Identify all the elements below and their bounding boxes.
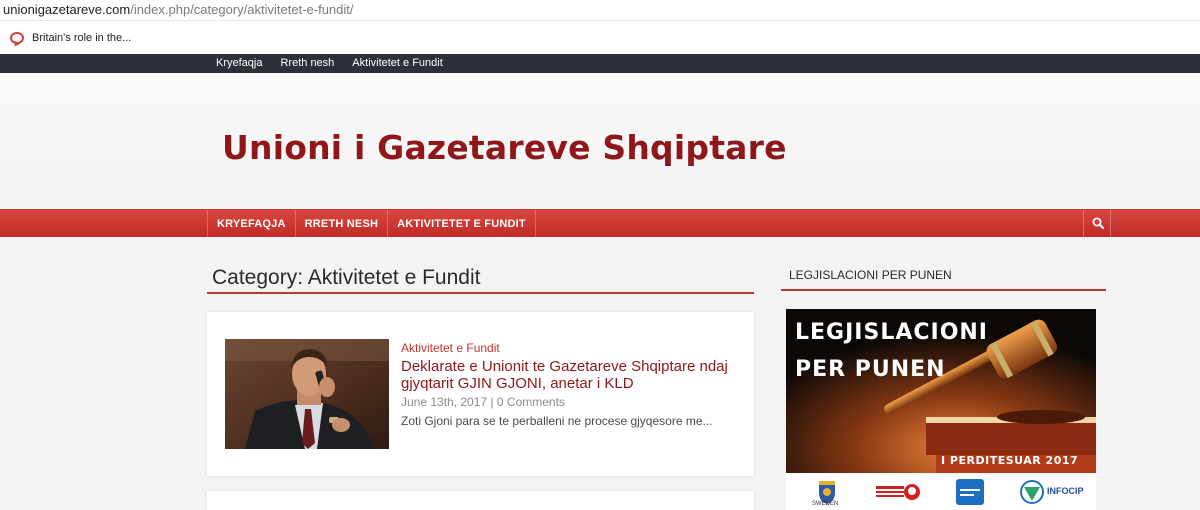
nav-item-kryefaqja[interactable]: KRYEFAQJA [208, 210, 296, 237]
meta-separator: | [490, 395, 494, 409]
nav-item-rreth-nesh[interactable]: RRETH NESH [296, 210, 389, 237]
bookmark-label: Britain's role in the... [32, 32, 132, 44]
category-title: Category: Aktivitetet e Fundit [212, 266, 481, 289]
post-title-link[interactable]: Deklarate e Unionit te Gazetareve Shqipt… [401, 358, 741, 392]
infocip-label: INFOCIP [1047, 486, 1084, 496]
post-thumbnail[interactable] [225, 339, 389, 449]
url-domain: unionigazetareve.com [3, 2, 131, 17]
widget-title: LEGJISLACIONI PER PUNEN [789, 268, 952, 282]
browser-address-bar[interactable]: unionigazetareve.com/index.php/category/… [0, 0, 1200, 21]
legislation-banner[interactable]: LEGJISLACIONI PER PUNEN I PERDITESUAR 20… [786, 309, 1096, 510]
post-card: Aktivitetet e Fundit Deklarate e Unionit… [207, 312, 754, 476]
topbar-link-aktivitetet[interactable]: Aktivitetet e Fundit [352, 57, 443, 69]
main-nav-items: KRYEFAQJA RRETH NESH AKTIVITETET E FUNDI… [207, 210, 536, 237]
post-category-link[interactable]: Aktivitetet e Fundit [401, 341, 500, 355]
url-path: /index.php/category/aktivitetet-e-fundit… [130, 2, 354, 17]
banner-line-3: I PERDITESUAR 2017 [941, 454, 1079, 467]
url-text[interactable]: unionigazetareve.com/index.php/category/… [3, 2, 354, 17]
speech-bubble-icon [10, 32, 24, 44]
banner-line-2: PER PUNEN [795, 357, 946, 382]
post-comments-link[interactable]: 0 Comments [497, 395, 565, 409]
sponsor-logos: SWEDEN INFOCIP [786, 473, 1096, 510]
site-title[interactable]: Unioni i Gazetareve Shqiptare [222, 128, 787, 167]
site-header: Unioni i Gazetareve Shqiptare [0, 73, 1200, 209]
bookmark-item[interactable]: Britain's role in the... [10, 30, 131, 46]
search-icon [1092, 217, 1104, 229]
post-date: June 13th, 2017 [401, 395, 488, 409]
banner-line-1: LEGJISLACIONI [795, 320, 988, 345]
category-title-underline [207, 292, 754, 294]
post-excerpt: Zoti Gjoni para se te perballeni ne proc… [401, 414, 713, 428]
infocip-logo: INFOCIP [1018, 477, 1092, 507]
topbar-link-kryefaqja[interactable]: Kryefaqja [216, 57, 262, 69]
post-card [207, 491, 754, 510]
topbar-link-rreth-nesh[interactable]: Rreth nesh [280, 57, 334, 69]
top-bar: Kryefaqja Rreth nesh Aktivitetet e Fundi… [0, 54, 1200, 73]
olof-palme-center-logo [874, 477, 922, 507]
bookmarks-bar: Britain's role in the... [0, 22, 1200, 53]
sweden-label: SWEDEN [812, 501, 839, 507]
sweden-crest-logo: SWEDEN [812, 477, 840, 507]
top-bar-links: Kryefaqja Rreth nesh Aktivitetet e Fundi… [216, 57, 461, 69]
nav-item-aktivitetet[interactable]: AKTIVITETET E FUNDIT [388, 210, 536, 237]
search-button[interactable] [1083, 210, 1111, 237]
main-navigation: KRYEFAQJA RRETH NESH AKTIVITETET E FUNDI… [0, 209, 1200, 237]
man-on-phone-photo [225, 339, 389, 449]
widget-title-underline [781, 289, 1106, 291]
union-badge-logo [954, 477, 986, 507]
post-meta: June 13th, 2017 | 0 Comments [401, 395, 565, 409]
